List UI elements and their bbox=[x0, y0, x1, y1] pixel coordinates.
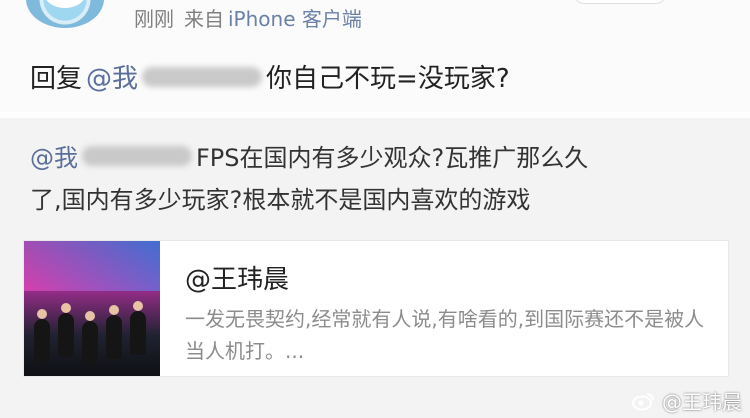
watermark: @王玮晨 bbox=[632, 386, 742, 415]
card-title: @王玮晨 bbox=[185, 265, 290, 295]
quoted-mention[interactable]: @我 bbox=[30, 138, 78, 173]
follow-button[interactable] bbox=[574, 0, 666, 4]
avatar-face bbox=[44, 0, 86, 8]
thumbnail-head bbox=[37, 309, 47, 319]
redacted-username bbox=[82, 145, 192, 166]
post-client-link[interactable]: iPhone 客户端 bbox=[228, 3, 362, 32]
thumbnail-stage-lights bbox=[24, 241, 160, 291]
thumbnail-person bbox=[34, 319, 50, 363]
thumbnail-person bbox=[82, 321, 98, 365]
redacted-username bbox=[142, 66, 263, 87]
quoted-comment-line-1: @我 FPS在国内有多少观众?瓦推广那么久 bbox=[30, 138, 588, 173]
thumbnail-person bbox=[106, 315, 122, 359]
thumbnail-person bbox=[58, 313, 74, 357]
reply-prefix: 回复 bbox=[30, 64, 83, 94]
thumbnail-person bbox=[130, 311, 146, 355]
reply-body: 你自己不玩=没玩家? bbox=[266, 64, 510, 94]
reply-text-line: 回复 @我 你自己不玩=没玩家? bbox=[30, 58, 510, 95]
post-source-label: 来自 bbox=[184, 6, 224, 31]
thumbnail-head bbox=[61, 303, 71, 313]
weibo-icon bbox=[632, 391, 656, 411]
card-thumbnail bbox=[24, 241, 160, 376]
watermark-text: @王玮晨 bbox=[662, 390, 742, 414]
thumbnail-head bbox=[133, 301, 143, 311]
quoted-comment-text-2: 了,国内有多少玩家?根本就不是国内喜欢的游戏 bbox=[30, 186, 531, 214]
post-time: 刚刚 bbox=[134, 6, 174, 31]
post-meta: 刚刚 来自 iPhone 客户端 bbox=[134, 3, 362, 32]
card-description: 一发无畏契约,经常就有人说,有啥看的,到国际赛还不是被人当人机打。... bbox=[185, 307, 705, 363]
link-card[interactable]: @王玮晨 一发无畏契约,经常就有人说,有啥看的,到国际赛还不是被人当人机打。..… bbox=[23, 240, 729, 377]
quoted-comment-text-1: FPS在国内有多少观众?瓦推广那么久 bbox=[196, 144, 589, 172]
reply-mention[interactable]: @我 bbox=[86, 58, 138, 95]
reply-section bbox=[0, 0, 750, 112]
thumbnail-head bbox=[85, 311, 95, 321]
quoted-comment-line-2: 了,国内有多少玩家?根本就不是国内喜欢的游戏 bbox=[30, 180, 530, 215]
thumbnail-head bbox=[109, 305, 119, 315]
